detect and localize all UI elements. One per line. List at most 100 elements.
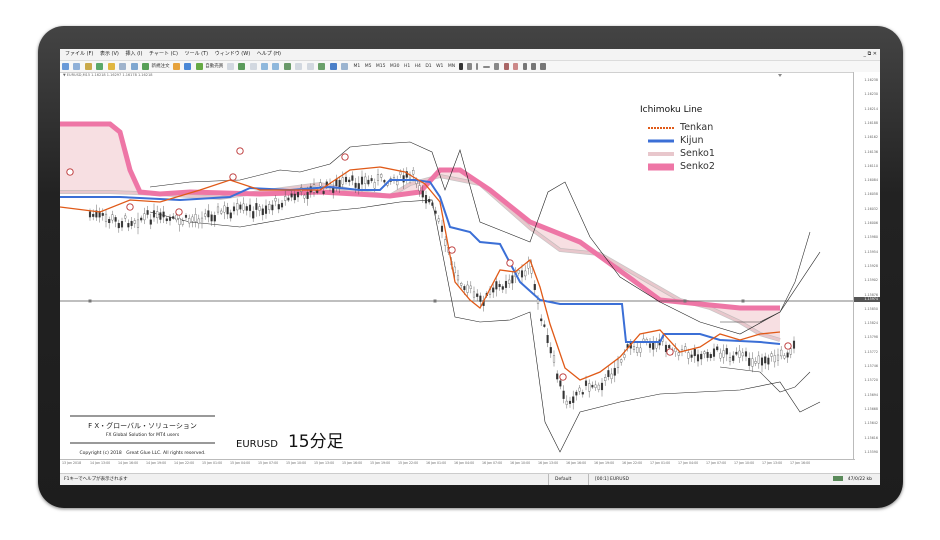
arrows-icon[interactable] <box>540 63 547 70</box>
channel-icon[interactable] <box>503 63 509 70</box>
time-label: 15 Jan 19:00 <box>370 461 391 465</box>
candle-body <box>204 213 207 217</box>
time-label: 15 Jan 16:00 <box>342 461 363 465</box>
zoom-in-icon[interactable] <box>261 63 268 70</box>
legend-item-kijun: Kijun <box>640 134 760 147</box>
timeframe-m15[interactable]: M15 <box>376 61 386 72</box>
candle-body <box>207 210 210 218</box>
time-label: 17 Jan 01:00 <box>650 461 671 465</box>
text-icon[interactable] <box>522 63 527 70</box>
promo-copyright: Copyright (c) 2018 Great Glue LLC. All r… <box>79 451 206 456</box>
fibonacci-icon[interactable] <box>513 63 519 70</box>
candle-body <box>690 354 693 358</box>
tester-icon[interactable] <box>130 63 138 70</box>
candle-body <box>648 343 652 348</box>
candle-body <box>696 354 700 362</box>
data-window-icon[interactable] <box>96 63 104 70</box>
price-label: 1.15772 <box>864 349 878 354</box>
cursor-icon[interactable] <box>458 63 463 70</box>
candle-body <box>296 192 300 198</box>
indicators-icon[interactable] <box>318 63 326 70</box>
market-watch-icon[interactable] <box>84 63 92 70</box>
menu-help[interactable]: ヘルプ (H) <box>257 51 281 57</box>
candle-body <box>508 279 511 284</box>
auto-trade-icon[interactable] <box>195 63 203 70</box>
navigator-icon[interactable] <box>107 63 115 70</box>
zoom-out-icon[interactable] <box>272 63 280 70</box>
candle-body <box>351 175 354 181</box>
time-label: 15 Jan 13:00 <box>314 461 335 465</box>
candle-body <box>149 219 152 225</box>
price-label: 1.16058 <box>864 192 878 197</box>
trendline-icon[interactable] <box>494 63 500 70</box>
candle-body <box>725 348 728 355</box>
horizontal-line-icon[interactable] <box>482 66 490 68</box>
timeframe-d1[interactable]: D1 <box>425 61 431 72</box>
timeframe-mn[interactable]: MN <box>448 61 455 72</box>
candle-body <box>210 214 213 222</box>
candle-body <box>520 270 524 278</box>
vertical-line-icon[interactable] <box>476 63 479 70</box>
candle-body <box>287 197 290 201</box>
meta-editor-icon[interactable] <box>172 63 180 70</box>
timeframe-m1[interactable]: M1 <box>354 61 361 72</box>
menu-insert[interactable]: 挿入 (I) <box>125 51 142 57</box>
new-order-icon[interactable] <box>142 63 150 70</box>
bar-chart-icon[interactable] <box>226 63 234 70</box>
chart-shift-icon[interactable] <box>306 63 314 70</box>
legend-title: Ichimoku Line <box>640 105 703 115</box>
templates-icon[interactable] <box>341 63 349 70</box>
crosshair-icon[interactable] <box>466 63 472 70</box>
profiles-icon[interactable] <box>73 63 81 70</box>
label-icon[interactable] <box>531 63 537 70</box>
candle-body <box>175 214 178 221</box>
timeframe-m5[interactable]: M5 <box>365 61 372 72</box>
candle-body <box>453 266 456 274</box>
window-controls[interactable]: _ ⧉ ✕ <box>864 49 877 60</box>
terminal-icon[interactable] <box>119 63 127 70</box>
candle-body <box>604 377 607 381</box>
kijun-line <box>60 179 781 345</box>
menu-chart[interactable]: チャート (C) <box>149 51 178 57</box>
menu-window[interactable]: ウィンドウ (W) <box>215 51 250 57</box>
timeframe-h1[interactable]: H1 <box>404 61 410 72</box>
candle-body <box>383 179 386 183</box>
timeframe-w1[interactable]: W1 <box>436 61 443 72</box>
candle-body <box>578 387 581 392</box>
timeframe-h4[interactable]: H4 <box>415 61 421 72</box>
time-label: 17 Jan 13:00 <box>762 461 783 465</box>
line-chart-icon[interactable] <box>249 63 257 70</box>
menu-file[interactable]: ファイル (F) <box>65 51 93 57</box>
signal-marker <box>229 173 237 181</box>
price-axis: 1.16238 1.16230 1.16214 1.16188 1.16162 1.161… <box>853 72 880 460</box>
candle-body <box>399 171 402 175</box>
candle-body <box>111 214 114 221</box>
signal-marker <box>236 147 244 155</box>
menu-tools[interactable]: ツール (T) <box>185 51 209 57</box>
candle-body <box>252 211 255 219</box>
periods-icon[interactable] <box>329 63 337 70</box>
candle-body <box>232 206 236 212</box>
candle-body <box>716 346 719 351</box>
candle-body <box>373 182 376 189</box>
candle-body <box>600 382 604 391</box>
status-traffic-text: 47/0/22 kb <box>847 477 872 482</box>
candle-body <box>120 221 124 228</box>
cloud-icon[interactable] <box>184 63 192 70</box>
timeframe-m30[interactable]: M30 <box>390 61 400 72</box>
autoscroll-icon[interactable] <box>295 63 303 70</box>
candle-body <box>556 373 559 380</box>
promo-subtitle-en: FX Global Solution for MT4 users <box>105 433 180 438</box>
candle-body <box>741 352 744 357</box>
candlestick-icon[interactable] <box>238 63 246 70</box>
new-order-button[interactable]: 新規注文 <box>152 64 170 69</box>
tile-windows-icon[interactable] <box>283 63 291 70</box>
auto-trade-button[interactable]: 自動売買 <box>205 64 223 69</box>
candle-body <box>616 359 620 369</box>
menu-view[interactable]: 表示 (V) <box>100 51 119 57</box>
new-chart-icon[interactable] <box>62 63 69 70</box>
candle-body <box>181 220 184 225</box>
time-label: 17 Jan 04:00 <box>678 461 699 465</box>
candle-body <box>722 350 725 358</box>
price-label: 1.15902 <box>864 278 878 283</box>
